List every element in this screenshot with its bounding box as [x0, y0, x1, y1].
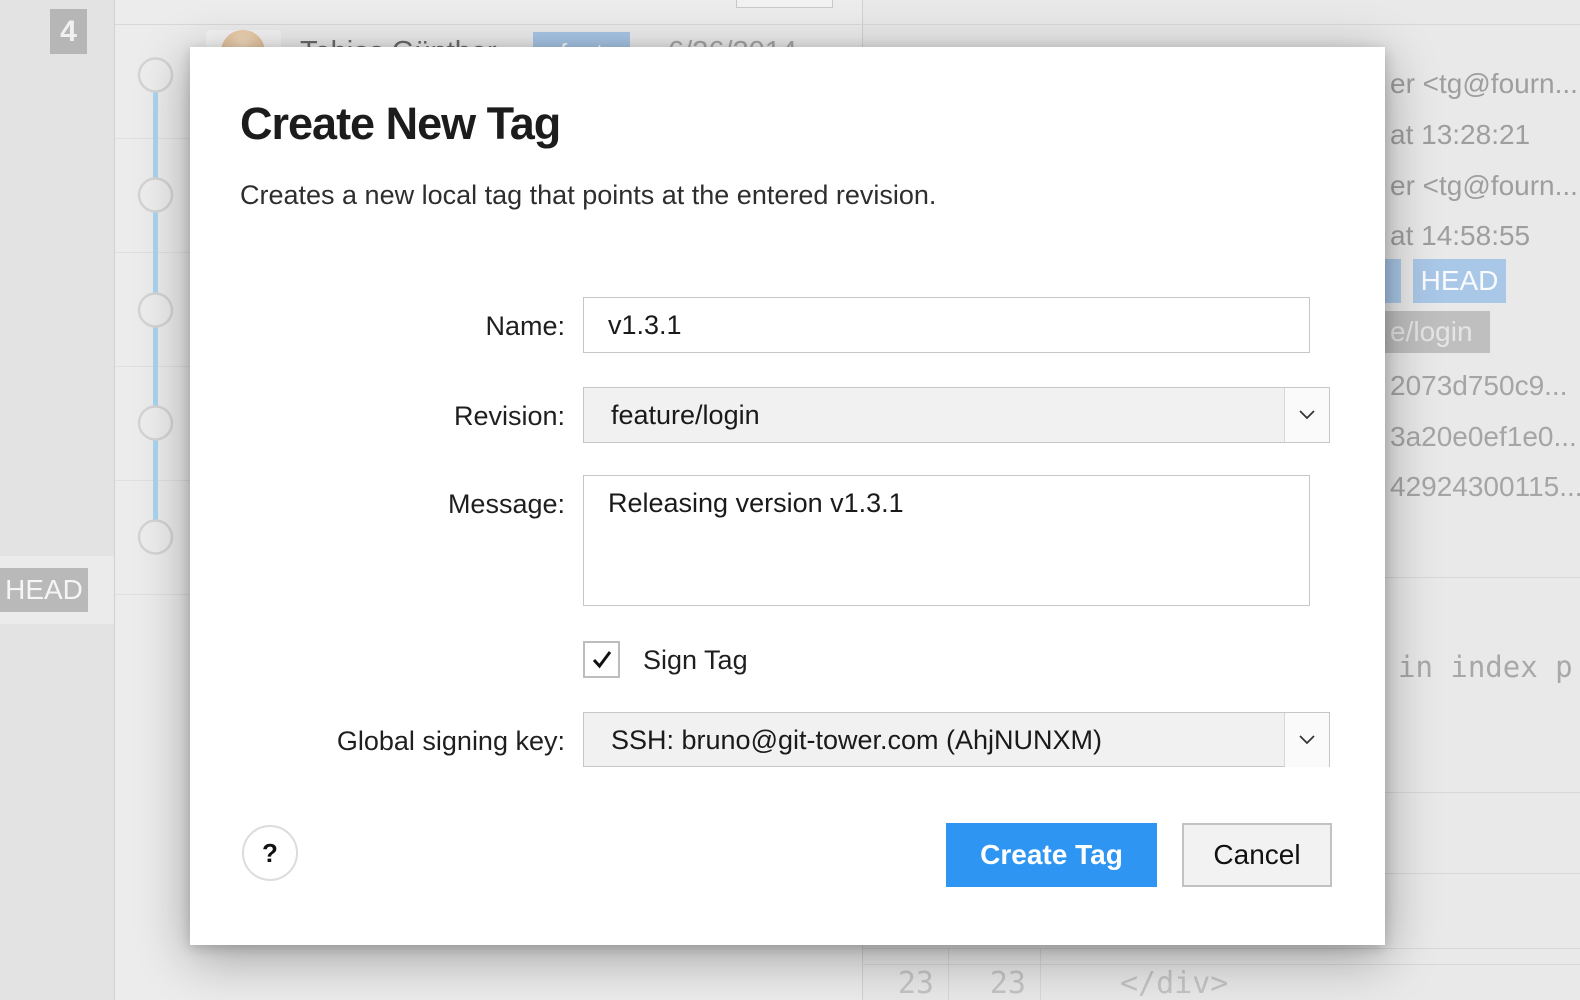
- diff-header-fragment: in index p: [1398, 650, 1573, 684]
- chevron-down-icon: [1299, 410, 1315, 420]
- signing-key-dropdown-button[interactable]: [1284, 713, 1329, 767]
- detail-author-line: er <tg@fourn...: [1390, 68, 1578, 100]
- revision-value: feature/login: [611, 388, 760, 442]
- create-tag-button[interactable]: Create Tag: [946, 823, 1157, 887]
- commit-node: [139, 59, 172, 92]
- commit-count-badge: 4: [50, 9, 87, 54]
- detail-authored-time: at 13:28:21: [1390, 119, 1530, 151]
- commit-node: [139, 521, 172, 554]
- help-button[interactable]: ?: [242, 825, 298, 881]
- tree-hash: 3a20e0ef1e0...: [1390, 421, 1577, 453]
- detail-committed-time: at 14:58:55: [1390, 220, 1530, 252]
- sign-tag-label: Sign Tag: [643, 645, 748, 676]
- revision-combobox[interactable]: feature/login: [583, 387, 1330, 443]
- message-label: Message:: [240, 489, 565, 520]
- signing-key-combobox[interactable]: SSH: bruno@git-tower.com (AhjNUNXM): [583, 712, 1330, 767]
- name-input[interactable]: [583, 297, 1310, 353]
- diff-col-divider: [1040, 948, 1041, 1000]
- commit-node: [139, 294, 172, 327]
- cancel-button[interactable]: Cancel: [1182, 823, 1332, 887]
- signing-key-label: Global signing key:: [240, 726, 565, 757]
- header-divider: [115, 24, 1580, 25]
- chevron-down-icon: [1299, 735, 1315, 745]
- signing-key-value: SSH: bruno@git-tower.com (AhjNUNXM): [611, 713, 1102, 767]
- commit-node: [139, 179, 172, 212]
- app-window: 4 Tobias Günther feat 6/26/2014 HEAD e: [0, 0, 1580, 1000]
- detail-committer-line: er <tg@fourn...: [1390, 170, 1578, 202]
- parent-hash: 42924300115...: [1390, 471, 1580, 503]
- diff-strip-divider: [862, 948, 1580, 949]
- commit-node: [139, 407, 172, 440]
- dialog-title: Create New Tag: [240, 98, 560, 150]
- name-label: Name:: [240, 311, 565, 342]
- toolbar-button: [736, 0, 833, 8]
- checkmark-icon: [591, 650, 613, 670]
- sidebar: [0, 0, 114, 1000]
- commit-hash: 2073d750c9...: [1390, 370, 1568, 402]
- message-textarea[interactable]: Releasing version v1.3.1: [583, 475, 1310, 606]
- diff-new-line-number: 23: [948, 966, 1026, 1000]
- dialog-subtitle: Creates a new local tag that points at t…: [240, 180, 936, 211]
- revision-dropdown-button[interactable]: [1284, 388, 1329, 442]
- head-badge: HEAD: [0, 568, 88, 612]
- diff-code-line: </div>: [1120, 966, 1228, 1000]
- commit-graph: [130, 40, 190, 600]
- sign-tag-checkbox[interactable]: [583, 641, 620, 678]
- diff-old-line-number: 23: [862, 966, 934, 1000]
- revision-label: Revision:: [240, 401, 565, 432]
- head-badge-details: HEAD: [1413, 259, 1506, 303]
- create-tag-dialog: Create New Tag Creates a new local tag t…: [190, 47, 1385, 945]
- diff-strip-divider: [862, 964, 1580, 965]
